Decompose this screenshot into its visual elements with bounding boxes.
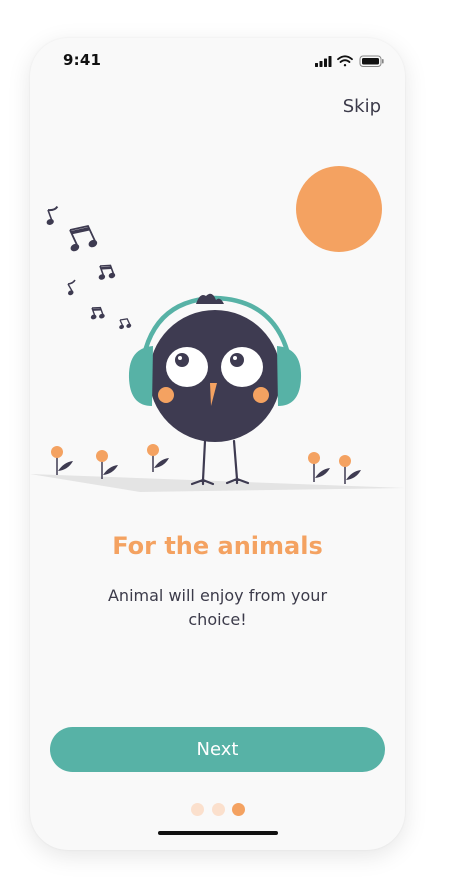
page-title: For the animals [112, 532, 323, 560]
pagination-dot-2[interactable] [211, 802, 225, 816]
next-button[interactable]: Next [50, 727, 385, 772]
pagination-dot-1[interactable] [191, 802, 204, 816]
headphone-right-cup [277, 346, 302, 406]
flower-3 [147, 444, 169, 472]
flower-2 [96, 450, 118, 479]
pagination-dots [191, 802, 245, 816]
onboarding-illustration [30, 166, 405, 492]
sun-shape [296, 166, 382, 252]
music-notes-icon [46, 205, 132, 330]
flower-1 [51, 446, 73, 475]
headphone-left-cup [128, 346, 153, 406]
home-indicator[interactable] [158, 831, 278, 835]
flower-5 [339, 455, 361, 484]
pagination-dot-3[interactable] [232, 802, 245, 816]
flower-4 [308, 452, 330, 482]
phone-screen: 9:41 Skip For the animals Animal will en… [30, 38, 405, 850]
page-subtitle: Animal will enjoy from your choice! [107, 586, 328, 629]
